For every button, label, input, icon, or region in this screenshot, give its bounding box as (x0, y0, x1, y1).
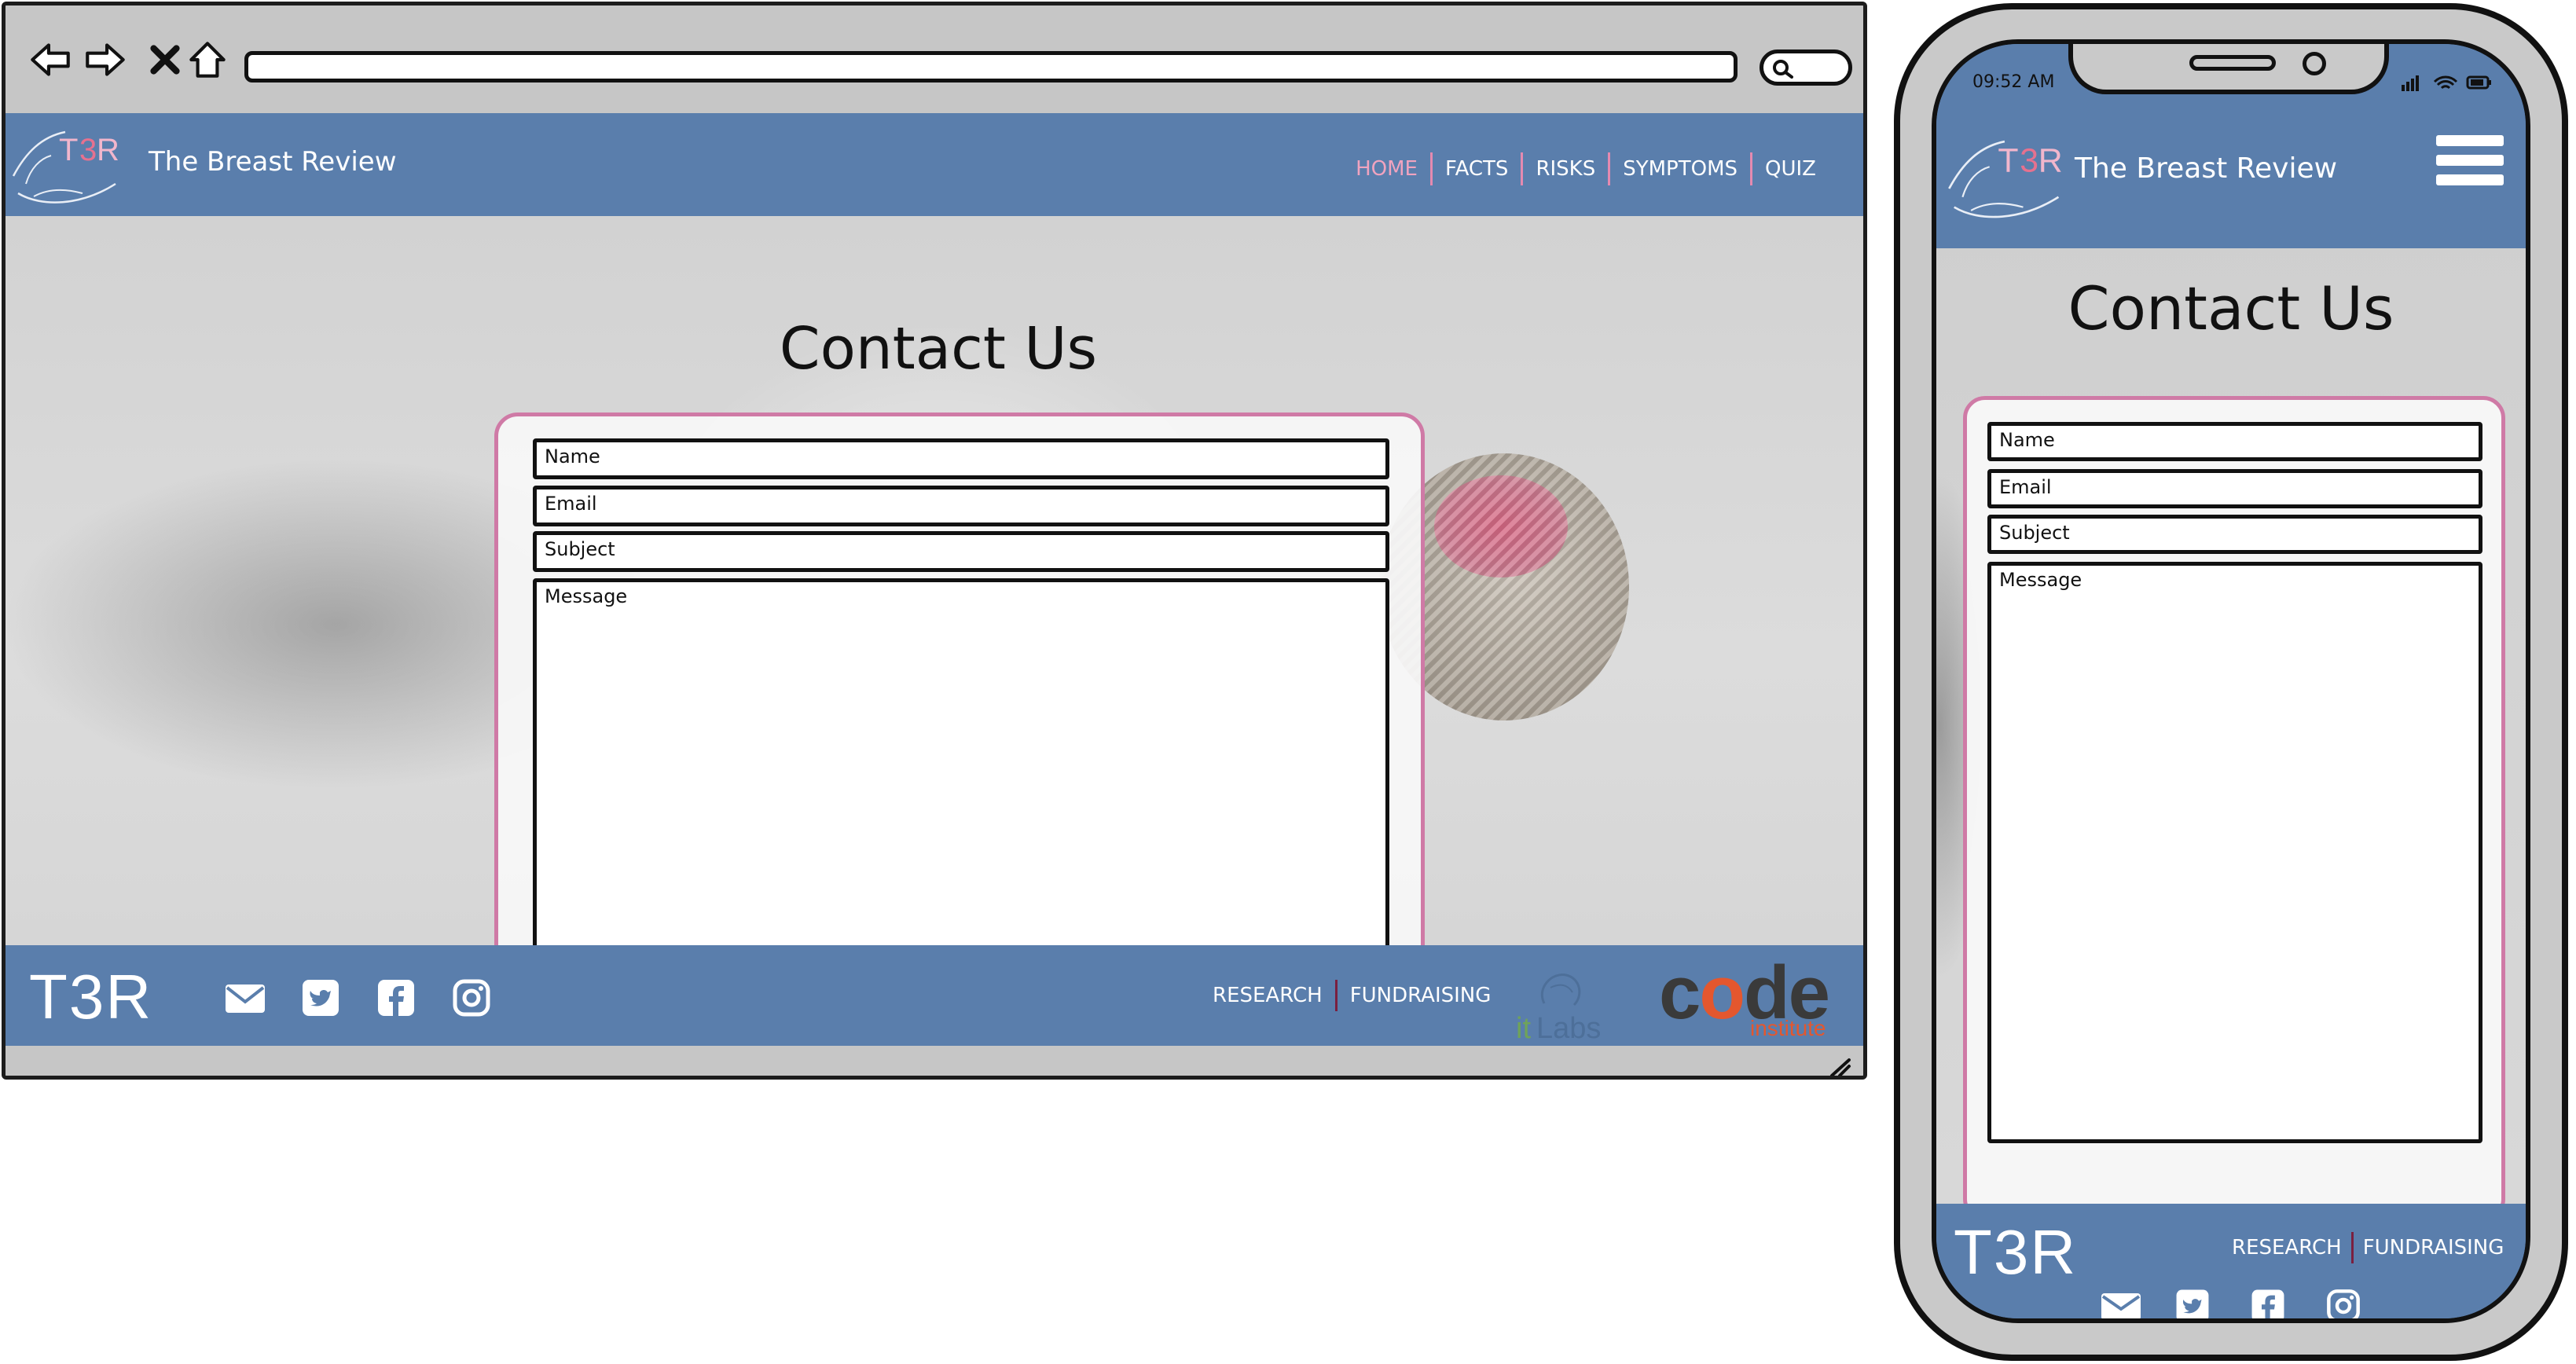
svg-text:it: it (1516, 1012, 1531, 1043)
itlabs-logo[interactable]: it Labs itLabs (1513, 956, 1615, 1043)
hamburger-bar (2436, 174, 2504, 185)
browser-search[interactable] (1760, 50, 1852, 86)
front-camera (2303, 52, 2326, 75)
name-input[interactable]: Name (533, 438, 1389, 479)
mobile-site-title[interactable]: The Breast Review (2075, 152, 2337, 185)
footer-brand[interactable]: T3R (29, 961, 152, 1033)
facebook-icon[interactable] (375, 977, 417, 1019)
close-icon[interactable] (141, 35, 189, 84)
mobile-contact-form: Name Email Subject Message (1963, 396, 2505, 1221)
desktop-browser-window: T 3 R The Breast Review HOME FACTS RISKS… (2, 2, 1867, 1080)
signal-wifi-battery-icon (2402, 75, 2491, 91)
site-header: T 3 R The Breast Review HOME FACTS RISKS… (6, 113, 1863, 216)
hamburger-menu-icon[interactable] (2436, 135, 2504, 195)
itlabs-text: itLabs (1513, 956, 1515, 957)
main-nav: HOME FACTS RISKS SYMPTOMS QUIZ (1343, 152, 1829, 185)
phone-screen: 09:52 AM Contact Us Name Email Subject M… (1932, 39, 2530, 1323)
mobile-twitter-icon[interactable] (2174, 1287, 2211, 1323)
search-icon (1773, 60, 1793, 79)
mobile-email-input[interactable]: Email (1987, 469, 2482, 508)
hamburger-bar (2436, 135, 2504, 146)
code-institute-subtext: institute (1750, 1016, 1826, 1040)
resize-handle-icon[interactable] (1827, 1055, 1854, 1079)
subject-input[interactable]: Subject (533, 531, 1389, 572)
logo-letter-t: T (59, 133, 78, 167)
back-arrow-icon[interactable] (26, 35, 75, 84)
site-title[interactable]: The Breast Review (149, 146, 397, 178)
speaker-grille (2189, 55, 2276, 71)
hero-background: Contact Us Name Email Subject Message (6, 216, 1863, 945)
mobile-footer-link-research[interactable]: RESEARCH (2222, 1236, 2351, 1260)
mobile-t3r-logo[interactable]: T 3 R (1946, 129, 2065, 223)
mobile-logo-letter-t: T (1998, 142, 2018, 180)
mobile-page-title: Contact Us (2068, 273, 2394, 343)
url-bar[interactable] (244, 51, 1738, 82)
code-c: c (1659, 951, 1701, 1035)
site-footer: T3R RESEARCH FUNDRAISING it Labs itLabs … (6, 945, 1863, 1046)
mobile-subject-input[interactable]: Subject (1987, 515, 2482, 554)
mobile-footer-link-fundraising[interactable]: FUNDRAISING (2354, 1236, 2514, 1260)
mobile-logo-letter-3: 3 (2020, 142, 2038, 180)
mobile-name-input[interactable]: Name (1987, 422, 2482, 461)
mobile-phone-frame: 09:52 AM Contact Us Name Email Subject M… (1894, 3, 2568, 1361)
nav-facts[interactable]: FACTS (1433, 157, 1521, 181)
hamburger-bar (2436, 155, 2504, 166)
contact-form: Name Email Subject Message (494, 412, 1425, 945)
browser-status-bar (6, 1046, 1863, 1079)
logo-letter-r: R (97, 133, 119, 167)
status-time: 09:52 AM (1972, 72, 2055, 92)
footer-link-fundraising[interactable]: FUNDRAISING (1338, 984, 1504, 1007)
mobile-footer-brand[interactable]: T3R (1954, 1216, 2077, 1289)
t3r-logo[interactable]: T 3 R (10, 121, 122, 207)
mobile-site-header: T 3 R The Breast Review (1936, 121, 2526, 248)
home-icon[interactable] (183, 35, 232, 84)
browser-chrome (6, 6, 1863, 113)
svg-text:Labs: Labs (1536, 1012, 1601, 1043)
email-input[interactable]: Email (533, 486, 1389, 526)
mobile-envelope-icon[interactable] (2100, 1290, 2142, 1323)
page-title: Contact Us (779, 315, 1098, 383)
mobile-facebook-icon[interactable] (2249, 1287, 2287, 1323)
footer-links: RESEARCH FUNDRAISING (1200, 980, 1503, 1011)
mobile-logo-letter-r: R (2038, 142, 2063, 180)
logo-letter-3: 3 (79, 133, 97, 167)
envelope-icon[interactable] (224, 977, 266, 1019)
nav-symptoms[interactable]: SYMPTOMS (1610, 157, 1750, 181)
code-o: o (1699, 951, 1745, 1035)
instagram-icon[interactable] (450, 977, 493, 1019)
nav-risks[interactable]: RISKS (1523, 157, 1608, 181)
phone-notch (2068, 44, 2389, 94)
footer-link-research[interactable]: RESEARCH (1200, 984, 1335, 1007)
nav-home[interactable]: HOME (1343, 157, 1430, 181)
mobile-message-textarea[interactable]: Message (1987, 562, 2482, 1143)
message-textarea[interactable]: Message (533, 578, 1389, 945)
twitter-icon[interactable] (299, 977, 342, 1019)
nav-quiz[interactable]: QUIZ (1752, 157, 1829, 181)
mobile-instagram-icon[interactable] (2325, 1287, 2362, 1323)
mobile-hero-background: Contact Us Name Email Subject Message (1936, 223, 2526, 1221)
mobile-footer-links: RESEARCH FUNDRAISING (2222, 1232, 2513, 1263)
forward-arrow-icon[interactable] (81, 35, 130, 84)
mobile-site-footer: T3R RESEARCH FUNDRAISING (1936, 1204, 2526, 1323)
